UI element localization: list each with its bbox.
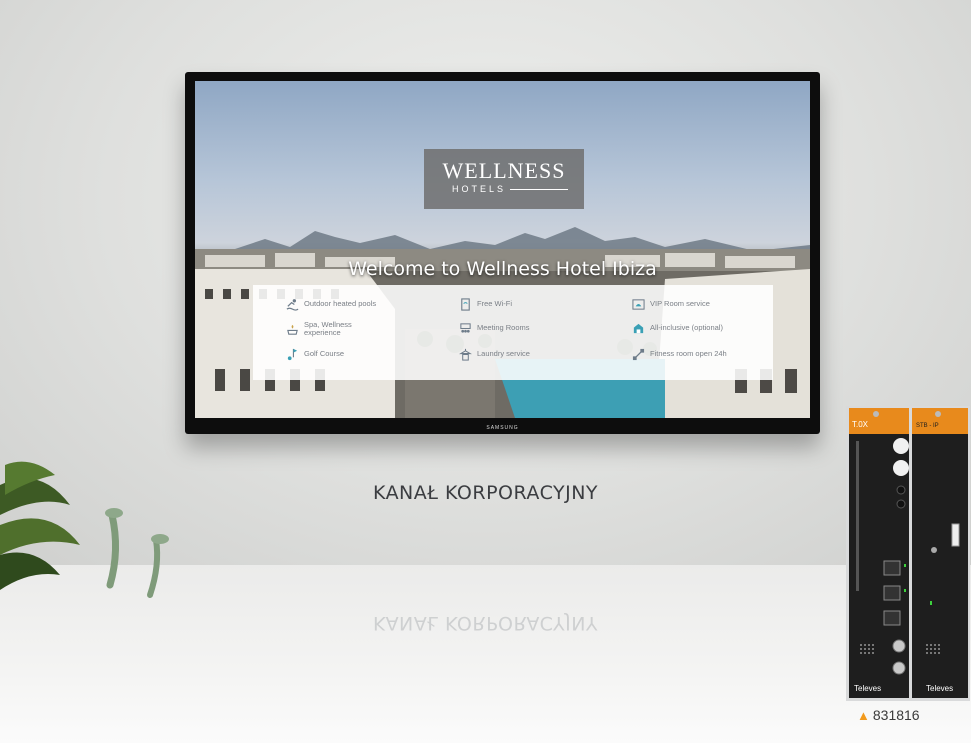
triangle-icon: ▲ bbox=[857, 708, 870, 723]
logo-underline bbox=[510, 189, 569, 191]
tv-brand: SAMSUNG bbox=[486, 425, 519, 431]
headend-module-image: T.0X STB - IP Televes Televes bbox=[846, 406, 970, 701]
logo-title: WELLNESS bbox=[442, 158, 566, 183]
product-code-number: 831816 bbox=[872, 707, 920, 723]
module-brand-right: Televes bbox=[926, 684, 953, 693]
feature-wifi: Free Wi-Fi bbox=[458, 297, 558, 311]
module-label-right: STB - IP bbox=[916, 423, 939, 429]
room-service-icon bbox=[631, 297, 645, 311]
fitness-icon bbox=[631, 347, 645, 361]
laundry-icon bbox=[458, 347, 472, 361]
welcome-heading: Welcome to Wellness Hotel Ibiza bbox=[348, 258, 657, 280]
module-label-left: T.0X bbox=[852, 420, 869, 429]
feature-fitness: Fitness room open 24h bbox=[631, 347, 756, 361]
product-banner: WELLNESS HOTELS Welcome to Wellness Hote… bbox=[0, 0, 971, 743]
logo-subtitle: HOTELS bbox=[452, 184, 507, 194]
all-inclusive-icon bbox=[631, 321, 645, 335]
module-brand-left: Televes bbox=[854, 684, 881, 693]
feature-meeting-rooms: Meeting Rooms bbox=[458, 321, 558, 335]
feature-laundry: Laundry service bbox=[458, 347, 558, 361]
features-panel: Outdoor heated pools Spa, Wellness exper… bbox=[253, 285, 773, 380]
tv-screen: WELLNESS HOTELS Welcome to Wellness Hote… bbox=[195, 81, 810, 418]
feature-vip-room-service: VIP Room service bbox=[631, 297, 756, 311]
feature-all-inclusive: All-inclusive (optional) bbox=[631, 321, 756, 335]
product-code: ▲ 831816 bbox=[857, 707, 967, 723]
tv-display: WELLNESS HOTELS Welcome to Wellness Hote… bbox=[185, 72, 820, 434]
hotel-logo: WELLNESS HOTELS bbox=[424, 149, 584, 209]
swimmer-icon bbox=[285, 297, 299, 311]
meeting-icon bbox=[458, 321, 472, 335]
feature-golf: Golf Course bbox=[285, 347, 380, 361]
spa-icon bbox=[285, 322, 299, 336]
plant-decoration bbox=[0, 461, 169, 598]
feature-outdoor-pools: Outdoor heated pools bbox=[285, 297, 380, 311]
feature-spa: Spa, Wellness experience bbox=[285, 321, 380, 337]
wifi-icon bbox=[458, 297, 472, 311]
golf-icon bbox=[285, 347, 299, 361]
